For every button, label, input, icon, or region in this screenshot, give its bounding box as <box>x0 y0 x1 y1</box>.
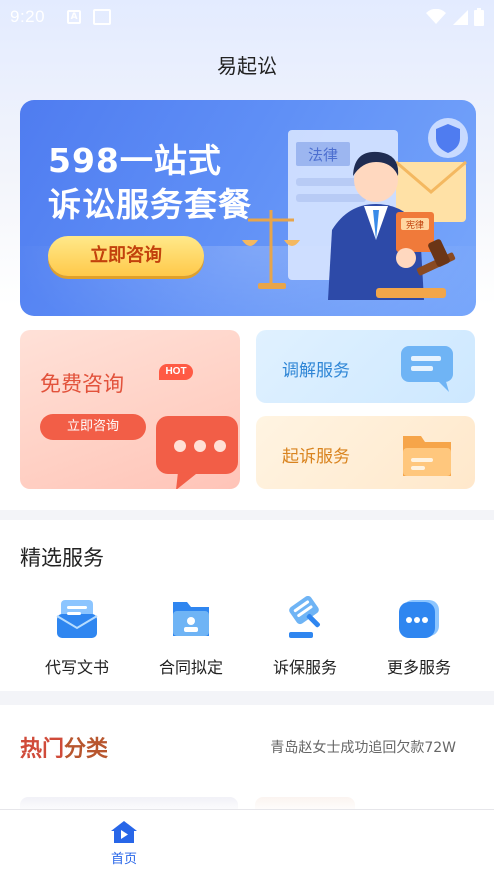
a-icon: A <box>67 10 82 24</box>
message-icon <box>401 346 453 392</box>
hot-categories-title: 热门分类 <box>20 731 108 763</box>
featured-services-title: 精选服务 <box>20 546 104 570</box>
nav-home-label: 首页 <box>110 852 137 867</box>
status-bar: 9:20 A <box>0 0 494 34</box>
success-news-ticker[interactable]: 青岛赵女士成功追回欠款72W <box>270 737 456 757</box>
more-icon <box>399 600 439 638</box>
banner-headline: 598一站式 <box>48 141 222 180</box>
hot-title-rest: 分类 <box>64 737 109 762</box>
nav-home[interactable]: 首页 <box>94 820 154 872</box>
promo-banner[interactable]: 598一站式 诉讼服务套餐 立即咨询 法律 宪律 <box>20 100 476 316</box>
chat-bubble-icon <box>156 416 238 489</box>
free-consult-button[interactable]: 立即咨询 <box>40 414 146 440</box>
signal-icon <box>453 10 468 25</box>
free-consult-card[interactable]: 免费咨询 HOT 立即咨询 <box>20 330 240 489</box>
folder-icon <box>403 436 451 476</box>
wifi-icon <box>426 9 446 24</box>
page-title: 易起讼 <box>217 54 277 78</box>
document-icon <box>56 600 98 638</box>
service-label: 合同拟定 <box>158 658 223 677</box>
featured-services-section: 精选服务 代写文书 合同拟定 诉保服务 更多服务 <box>0 520 494 691</box>
hot-badge: HOT <box>159 364 193 380</box>
lawyer-illustration: 法律 宪律 <box>242 118 468 300</box>
book-text: 宪律 <box>406 219 424 231</box>
lawsuit-service-title: 起诉服务 <box>282 447 350 467</box>
battery-icon <box>474 8 484 26</box>
banner-subheadline: 诉讼服务套餐 <box>48 185 252 224</box>
hot-title-accent: 热门 <box>20 737 65 762</box>
service-item-protection[interactable]: 诉保服务 <box>255 596 355 686</box>
service-item-more[interactable]: 更多服务 <box>369 596 469 686</box>
service-label: 诉保服务 <box>272 658 337 677</box>
banner-consult-button[interactable]: 立即咨询 <box>48 236 204 276</box>
status-time: 9:20 <box>10 7 46 26</box>
status-right <box>426 8 484 26</box>
service-item-contract[interactable]: 合同拟定 <box>141 596 241 686</box>
service-item-document[interactable]: 代写文书 <box>27 596 127 686</box>
mediation-service-title: 调解服务 <box>282 361 350 381</box>
featured-services-grid: 代写文书 合同拟定 诉保服务 更多服务 <box>0 596 494 686</box>
sign-text: 法律 <box>308 146 338 164</box>
gavel-icon <box>289 596 320 638</box>
service-label: 代写文书 <box>44 658 109 677</box>
free-consult-title: 免费咨询 <box>40 372 124 396</box>
lawsuit-service-card[interactable]: 起诉服务 <box>256 416 475 489</box>
contract-icon <box>173 602 209 636</box>
hot-categories-section: 热门分类 青岛赵女士成功追回欠款72W <box>0 705 494 813</box>
shop-icon <box>93 9 112 25</box>
service-label: 更多服务 <box>386 658 451 677</box>
bottom-nav: 首页 <box>0 809 494 878</box>
home-icon <box>111 821 137 843</box>
mediation-service-card[interactable]: 调解服务 <box>256 330 475 403</box>
